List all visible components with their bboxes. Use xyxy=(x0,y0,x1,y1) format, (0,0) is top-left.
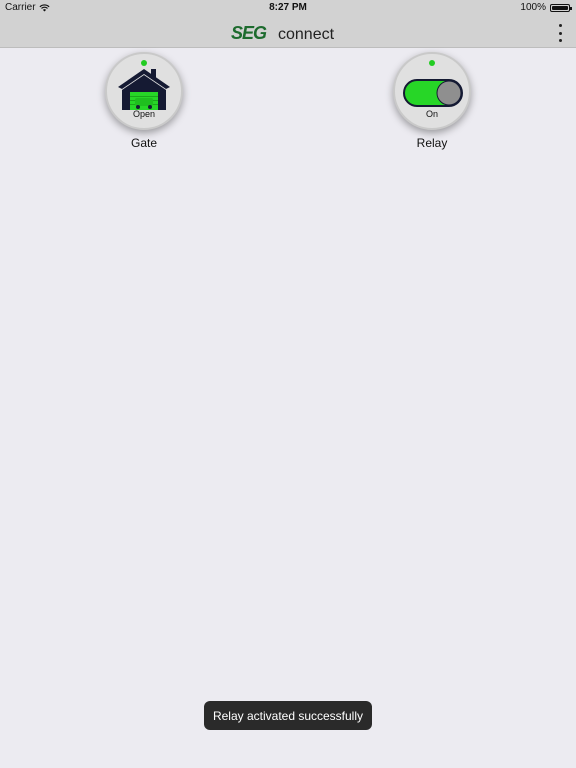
status-right: 100% xyxy=(520,2,572,13)
logo-connect-text: connect xyxy=(278,26,335,43)
device-relay[interactable]: On Relay xyxy=(382,52,482,150)
device-state-label: On xyxy=(425,109,438,119)
device-name-label: Relay xyxy=(416,136,448,150)
toast-message: Relay activated successfully xyxy=(204,701,372,730)
toggle-switch-icon xyxy=(403,79,463,107)
garage-icon xyxy=(118,69,170,110)
logo-seg-text: SEG xyxy=(231,23,267,43)
segconnect-logo: SEG connect xyxy=(231,23,335,43)
menu-dot xyxy=(558,31,562,35)
nav-bar: SEG connect xyxy=(0,16,576,48)
overflow-menu-button[interactable] xyxy=(554,24,566,42)
device-relay-button[interactable]: On xyxy=(393,52,471,130)
device-gate[interactable]: Open Gate xyxy=(94,52,194,150)
device-state-label: Open xyxy=(132,109,156,119)
device-name-label: Gate xyxy=(130,136,157,150)
status-bar: Carrier 8:27 PM 100% xyxy=(0,0,576,16)
menu-dot xyxy=(558,39,562,42)
status-led xyxy=(429,60,435,66)
device-gate-button[interactable]: Open xyxy=(105,52,183,130)
battery-icon xyxy=(550,3,572,12)
battery-percent: 100% xyxy=(520,2,546,13)
menu-dot xyxy=(558,24,562,27)
status-time: 8:27 PM xyxy=(269,2,307,13)
